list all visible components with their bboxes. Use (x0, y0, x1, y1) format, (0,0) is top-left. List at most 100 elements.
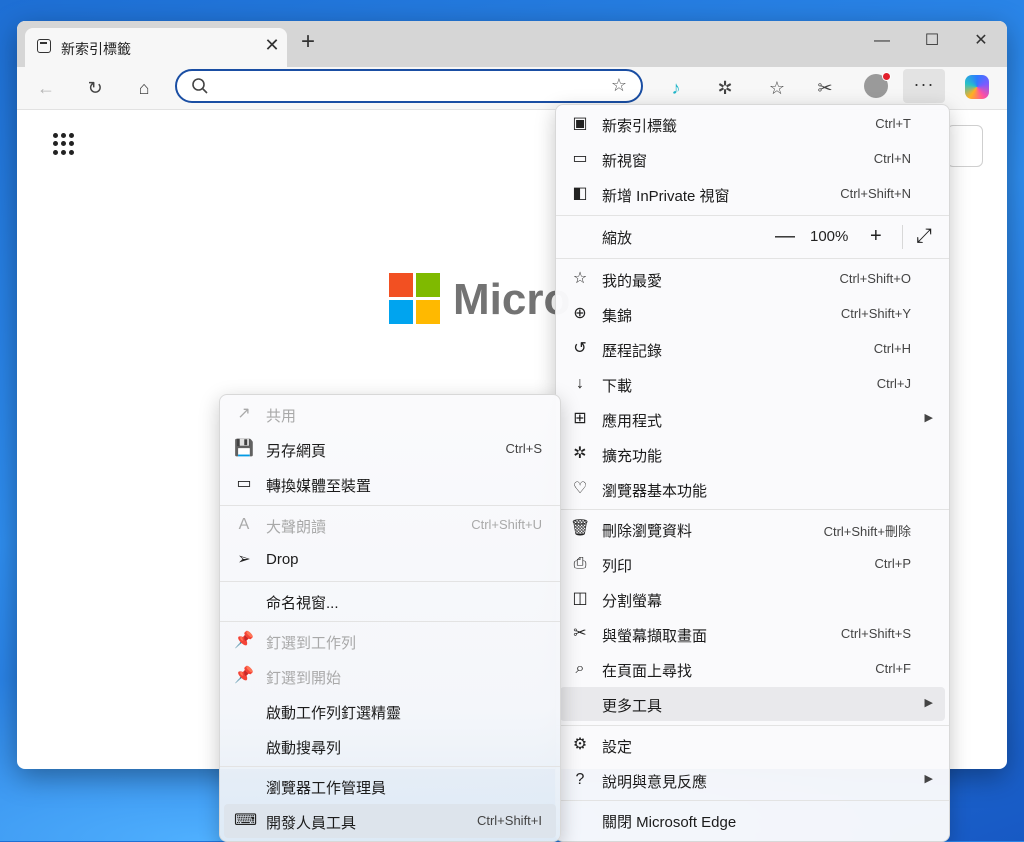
menu-label: 啟動搜尋列 (266, 740, 342, 757)
tab-title: 新索引標籤 (61, 41, 131, 57)
menu-print[interactable]: ⎙ 列印 Ctrl+P (560, 547, 945, 581)
submenu-dev-tools[interactable]: ⌨ 開發人員工具 Ctrl+Shift+I (224, 804, 556, 838)
tab-new-tab[interactable]: 新索引標籤 ✕ (25, 28, 287, 67)
submenu-arrow-icon: ▶ (924, 412, 933, 424)
back-button[interactable]: ← (31, 73, 61, 103)
inprivate-icon: ◧ (572, 185, 588, 202)
menu-shortcut: Ctrl+Shift+Y (840, 306, 911, 321)
menu-clear-data[interactable]: 🗑 刪除瀏覽資料 Ctrl+Shift+刪除 (560, 512, 945, 546)
menu-browser-essentials[interactable]: ♡ 瀏覽器基本功能 (560, 472, 945, 506)
menu-label: 啟動工作列釘選精靈 (266, 705, 402, 722)
menu-shortcut: Ctrl+T (875, 116, 911, 131)
extensions-icon[interactable]: ✲ (710, 73, 740, 103)
send-icon: ➢ (237, 551, 251, 568)
maximize-button[interactable]: ☐ (912, 27, 952, 55)
app-launcher-icon[interactable] (53, 133, 75, 155)
menu-apps[interactable]: ⊞ 應用程式 ▶ (560, 402, 945, 436)
menu-label: 縮放 (602, 230, 633, 247)
submenu-pin-start: 📌 釘選到開始 (224, 659, 556, 693)
tiktok-extension-icon[interactable]: ♪ (661, 73, 691, 103)
zoom-out-button[interactable]: — (775, 225, 795, 248)
menu-label: 分割螢幕 (602, 593, 663, 610)
menu-history[interactable]: ↺ 歷程記錄 Ctrl+H (560, 332, 945, 366)
menu-divider (556, 725, 949, 726)
menu-label: 共用 (266, 408, 297, 425)
submenu-name-window[interactable]: 命名視窗... (224, 584, 556, 618)
menu-label: 開發人員工具 (266, 815, 357, 832)
menu-label: 大聲朗讀 (266, 519, 327, 536)
favorites-icon[interactable]: ☆ (762, 73, 792, 103)
menu-find[interactable]: ⌕ 在頁面上尋找 Ctrl+F (560, 652, 945, 686)
menu-label: 應用程式 (602, 413, 663, 430)
menu-label: 擴充功能 (602, 448, 663, 465)
trash-icon: 🗑 (570, 520, 591, 537)
copilot-icon[interactable] (965, 75, 989, 99)
menu-label: 另存網頁 (266, 443, 327, 460)
menu-divider (556, 800, 949, 801)
menu-screenshot[interactable]: ✂ 與螢幕擷取畫面 Ctrl+Shift+S (560, 617, 945, 651)
close-window-button[interactable]: ✕ (961, 27, 1001, 55)
microsoft-logo (389, 273, 441, 325)
scissors-icon: ✂ (573, 625, 587, 642)
find-in-page-icon: ⌕ (575, 660, 585, 677)
menu-settings[interactable]: ⚙ 設定 (560, 728, 945, 762)
screenshot-icon[interactable]: ✂ (810, 73, 840, 103)
menu-favorites[interactable]: ☆ 我的最愛 Ctrl+Shift+O (560, 262, 945, 296)
submenu-drop[interactable]: ➢ Drop (224, 543, 556, 577)
microsoft-logo-text: Micro (453, 275, 571, 324)
menu-divider (556, 215, 949, 216)
menu-label: 釘選到工作列 (266, 635, 357, 652)
menu-new-tab[interactable]: ▣ 新索引標籤 Ctrl+T (560, 107, 945, 141)
submenu-taskbar-wizard[interactable]: 啟動工作列釘選精靈 (224, 694, 556, 728)
menu-label: 刪除瀏覽資料 (602, 523, 693, 540)
profile-avatar[interactable] (864, 72, 891, 98)
submenu-task-manager[interactable]: 瀏覽器工作管理員 (224, 769, 556, 803)
page-search-box[interactable] (947, 125, 983, 167)
submenu-save-page[interactable]: 💾 另存網頁 Ctrl+S (224, 432, 556, 466)
download-icon: ↓ (576, 375, 584, 392)
minimize-button[interactable]: — (862, 27, 902, 55)
menu-divider (220, 766, 560, 767)
submenu-read-aloud: A 大聲朗讀 Ctrl+Shift+U (224, 508, 556, 542)
menu-extensions[interactable]: ✲ 擴充功能 (560, 437, 945, 471)
favorite-star-icon[interactable]: ☆ (611, 75, 627, 96)
menu-shortcut: Ctrl+Shift+S (840, 626, 911, 641)
menu-help[interactable]: ? 說明與意見反應 ▶ (560, 763, 945, 797)
tab-bar: 新索引標籤 ✕ + — ☐ ✕ (17, 21, 1007, 67)
menu-label: 設定 (602, 739, 633, 756)
menu-label: 轉換媒體至裝置 (266, 478, 372, 495)
fullscreen-icon[interactable]: ⤢ (916, 225, 932, 248)
split-screen-icon: ◫ (572, 590, 588, 607)
menu-new-inprivate[interactable]: ◧ 新增 InPrivate 視窗 Ctrl+Shift+N (560, 177, 945, 211)
more-tools-submenu: ↗ 共用 💾 另存網頁 Ctrl+S ▭ 轉換媒體至裝置 A 大聲朗讀 Ctrl… (219, 394, 561, 842)
submenu-search-bar[interactable]: 啟動搜尋列 (224, 729, 556, 763)
menu-label: 更多工具 (602, 698, 663, 715)
menu-divider (220, 505, 560, 506)
refresh-button[interactable]: ↻ (80, 73, 110, 103)
tab-close-icon[interactable]: ✕ (261, 34, 283, 56)
submenu-cast[interactable]: ▭ 轉換媒體至裝置 (224, 467, 556, 501)
zoom-level: 100% (810, 228, 849, 245)
gear-icon: ⚙ (572, 736, 588, 753)
menu-more-tools[interactable]: 更多工具 ▶ (560, 687, 945, 721)
menu-shortcut: Ctrl+P (874, 556, 911, 571)
menu-shortcut: Ctrl+J (876, 376, 911, 391)
menu-divider (220, 581, 560, 582)
menu-downloads[interactable]: ↓ 下載 Ctrl+J (560, 367, 945, 401)
menu-divider (556, 258, 949, 259)
settings-and-more-button[interactable]: ··· (903, 69, 945, 103)
submenu-arrow-icon: ▶ (924, 697, 933, 709)
home-button[interactable]: ⌂ (129, 73, 159, 103)
menu-split-screen[interactable]: ◫ 分割螢幕 (560, 582, 945, 616)
address-bar[interactable]: ☆ (175, 69, 643, 103)
menu-close-edge[interactable]: 關閉 Microsoft Edge (560, 803, 945, 837)
pin-icon: 📌 (234, 632, 254, 649)
zoom-in-button[interactable]: + (870, 225, 882, 248)
submenu-pin-taskbar: 📌 釘選到工作列 (224, 624, 556, 658)
menu-collections[interactable]: ⊕ 集錦 Ctrl+Shift+Y (560, 297, 945, 331)
menu-new-window[interactable]: ▭ 新視窗 Ctrl+N (560, 142, 945, 176)
new-tab-button[interactable]: + (295, 30, 321, 56)
menu-shortcut: Ctrl+Shift+O (839, 271, 911, 286)
menu-label: Drop (266, 551, 299, 568)
menu-label: 瀏覽器工作管理員 (266, 780, 387, 797)
